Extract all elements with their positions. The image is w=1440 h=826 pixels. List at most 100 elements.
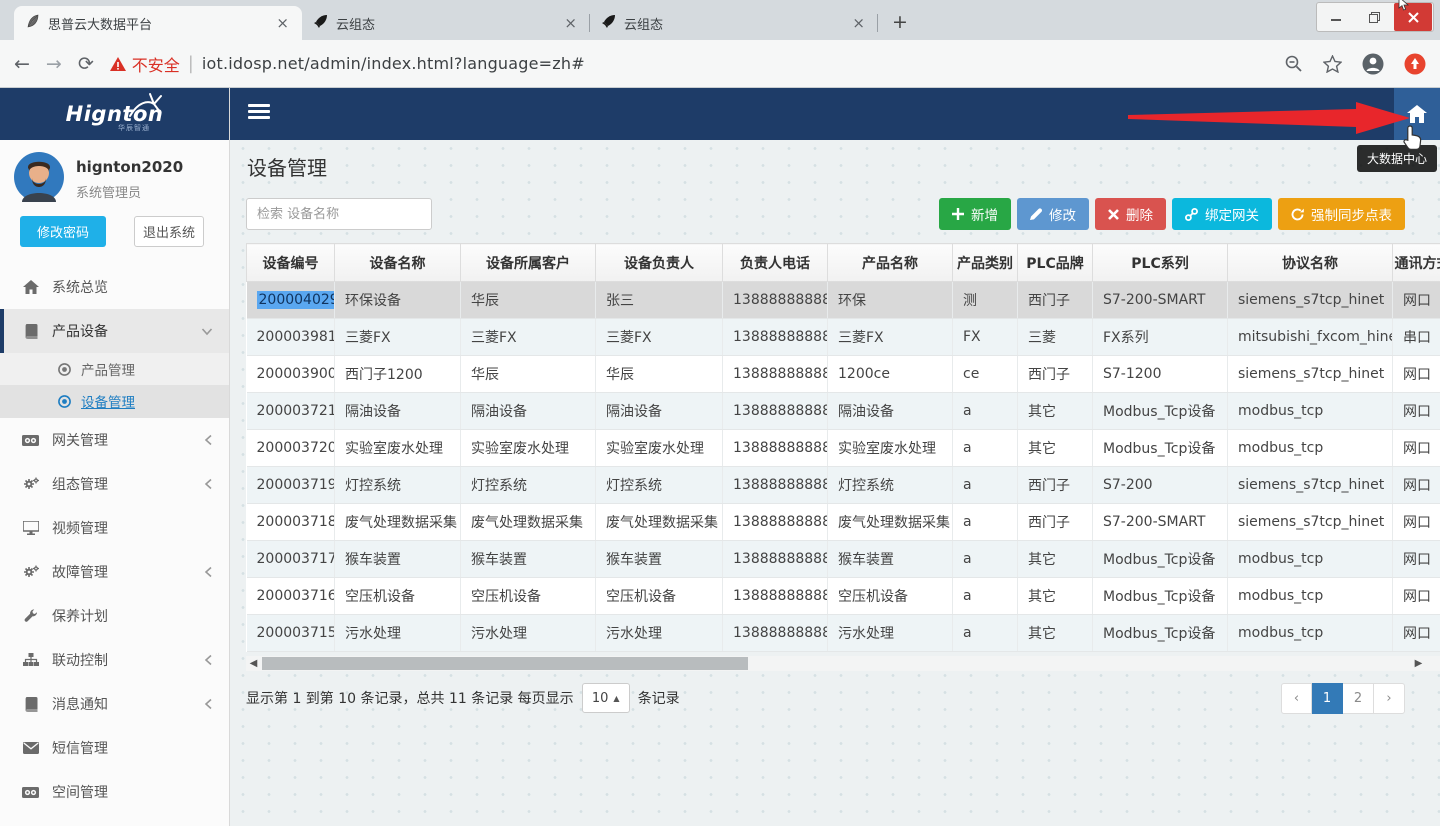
- column-header[interactable]: PLC品牌: [1018, 244, 1093, 282]
- sidebar-subitem[interactable]: 设备管理: [0, 385, 229, 417]
- browser-tab[interactable]: 云组态×: [302, 6, 590, 40]
- sidebar-toggle-button[interactable]: [248, 104, 270, 123]
- table-row[interactable]: 200003716空压机设备空压机设备空压机设备13888888888空压机设备…: [247, 578, 1440, 615]
- sidebar-item[interactable]: 故障管理: [0, 550, 229, 594]
- browser-tab[interactable]: 思普云大数据平台×: [14, 6, 302, 40]
- sidebar-item[interactable]: 网关管理: [0, 418, 229, 462]
- back-button[interactable]: ←: [14, 53, 30, 75]
- table-cell: 华辰: [461, 282, 596, 319]
- page-size-dropdown[interactable]: 10 ▲: [582, 683, 630, 713]
- table-cell: 猴车装置: [596, 541, 723, 578]
- toolbar-button[interactable]: 绑定网关: [1172, 198, 1272, 230]
- sidebar-item-label: 消息通知: [52, 694, 108, 714]
- toolbar-button-label: 强制同步点表: [1311, 204, 1392, 224]
- column-header[interactable]: 设备名称: [335, 244, 461, 282]
- sidebar-item[interactable]: 消息通知: [0, 682, 229, 726]
- zoom-icon[interactable]: [1285, 55, 1303, 73]
- table-cell: 环保: [828, 282, 953, 319]
- brand-logo[interactable]: Hignton 华辰智通: [0, 88, 229, 140]
- column-header[interactable]: 负责人电话: [723, 244, 828, 282]
- sidebar-item[interactable]: 系统总览: [0, 265, 229, 309]
- tab-close-icon[interactable]: ×: [849, 14, 868, 32]
- column-header[interactable]: 通讯方式: [1393, 244, 1440, 282]
- forward-button[interactable]: →: [46, 53, 62, 75]
- table-cell: a: [953, 541, 1018, 578]
- reload-button[interactable]: ⟳: [78, 53, 94, 75]
- browser-tab[interactable]: 云组态 ×: [590, 6, 878, 40]
- table-cell: a: [953, 467, 1018, 504]
- sidebar-item[interactable]: 组态管理: [0, 462, 229, 506]
- table-cell: 空压机设备: [335, 578, 461, 615]
- toolbar-button[interactable]: 删除: [1095, 198, 1166, 230]
- bigdata-home-button[interactable]: [1394, 88, 1440, 140]
- column-header[interactable]: 产品名称: [828, 244, 953, 282]
- column-header[interactable]: 设备负责人: [596, 244, 723, 282]
- table-row[interactable]: 200003717猴车装置猴车装置猴车装置13888888888猴车装置a其它M…: [247, 541, 1440, 578]
- table-cell: 三菱FX: [596, 319, 723, 356]
- sidebar-item[interactable]: 产品设备: [0, 309, 229, 353]
- sitemap-icon: [22, 653, 39, 667]
- film-icon: [22, 786, 39, 799]
- table-cell: mitsubishi_fxcom_hinet: [1228, 319, 1393, 356]
- toolbar-button[interactable]: 新增: [939, 198, 1011, 230]
- selected-device-id: 200004029: [257, 291, 335, 309]
- table-cell: 200003900: [247, 356, 335, 393]
- sidebar-item[interactable]: 联动控制: [0, 638, 229, 682]
- change-password-button[interactable]: 修改密码: [20, 216, 106, 247]
- tab-title: 云组态: [624, 14, 841, 33]
- column-header[interactable]: 设备编号: [247, 244, 335, 282]
- security-warning[interactable]: 不安全: [110, 52, 180, 76]
- minimize-button[interactable]: [1317, 3, 1355, 31]
- scrollbar-thumb[interactable]: [262, 657, 748, 670]
- browser-menu-icon[interactable]: [1404, 53, 1426, 75]
- scroll-left-arrow[interactable]: ◀: [246, 656, 261, 671]
- table-row[interactable]: 200003718废气处理数据采集废气处理数据采集废气处理数据采集1388888…: [247, 504, 1440, 541]
- page-number-button[interactable]: 1: [1312, 683, 1343, 714]
- horizontal-scrollbar[interactable]: ◀ ▶: [246, 656, 1440, 671]
- sidebar-item-label: 故障管理: [52, 562, 108, 582]
- sidebar-item[interactable]: 视频管理: [0, 506, 229, 550]
- page-next-button[interactable]: ›: [1374, 683, 1405, 714]
- column-header[interactable]: 设备所属客户: [461, 244, 596, 282]
- url-box[interactable]: 不安全 | iot.idosp.net/admin/index.html?lan…: [110, 52, 1269, 76]
- table-row[interactable]: 200003981三菱FX三菱FX三菱FX13888888888三菱FXFX三菱…: [247, 319, 1440, 356]
- user-avatar[interactable]: [14, 152, 64, 202]
- gears-icon: [22, 565, 39, 579]
- cursor-arrow-icon: [1398, 0, 1410, 11]
- toolbar-button[interactable]: 修改: [1017, 198, 1089, 230]
- home-icon: [22, 280, 39, 294]
- link-icon: [1185, 208, 1198, 221]
- search-input[interactable]: [246, 198, 432, 230]
- table-row[interactable]: 200003720实验室废水处理实验室废水处理实验室废水处理1388888888…: [247, 430, 1440, 467]
- profile-avatar-icon[interactable]: [1362, 53, 1384, 75]
- column-header[interactable]: PLC系列: [1093, 244, 1228, 282]
- table-row[interactable]: 200003721隔油设备隔油设备隔油设备13888888888隔油设备a其它M…: [247, 393, 1440, 430]
- sidebar-item[interactable]: 短信管理: [0, 726, 229, 770]
- tab-close-icon[interactable]: ×: [561, 14, 580, 32]
- table-row[interactable]: 200003719灯控系统灯控系统灯控系统13888888888灯控系统a西门子…: [247, 467, 1440, 504]
- bookmark-star-icon[interactable]: [1323, 55, 1342, 73]
- page-prev-button[interactable]: ‹: [1281, 683, 1312, 714]
- table-row[interactable]: 200003715污水处理污水处理污水处理13888888888污水处理a其它M…: [247, 615, 1440, 652]
- sidebar-item[interactable]: 空间管理: [0, 770, 229, 814]
- table-cell: 网口: [1393, 356, 1440, 393]
- tab-close-icon[interactable]: ×: [273, 14, 292, 32]
- column-header[interactable]: 产品类别: [953, 244, 1018, 282]
- restore-button[interactable]: [1355, 3, 1393, 31]
- table-cell: 其它: [1018, 615, 1093, 652]
- sidebar-subitem[interactable]: 产品管理: [0, 353, 229, 385]
- table-row[interactable]: 200004029环保设备华辰张三13888888888环保测西门子S7-200…: [247, 282, 1440, 319]
- table-body: 200004029环保设备华辰张三13888888888环保测西门子S7-200…: [247, 282, 1440, 652]
- table-row[interactable]: 200003900西门子1200华辰华辰138888888881200cece西…: [247, 356, 1440, 393]
- scroll-right-arrow[interactable]: ▶: [1411, 656, 1426, 671]
- table-cell: 环保设备: [335, 282, 461, 319]
- close-button[interactable]: [1394, 3, 1432, 31]
- toolbar-button[interactable]: 强制同步点表: [1278, 198, 1405, 230]
- table-cell: 污水处理: [461, 615, 596, 652]
- sidebar-item[interactable]: 保养计划: [0, 594, 229, 638]
- page-number-button[interactable]: 2: [1343, 683, 1374, 714]
- new-tab-button[interactable]: +: [886, 8, 914, 36]
- column-header[interactable]: 协议名称: [1228, 244, 1393, 282]
- logout-button[interactable]: 退出系统: [134, 216, 204, 247]
- table-cell: 猴车装置: [335, 541, 461, 578]
